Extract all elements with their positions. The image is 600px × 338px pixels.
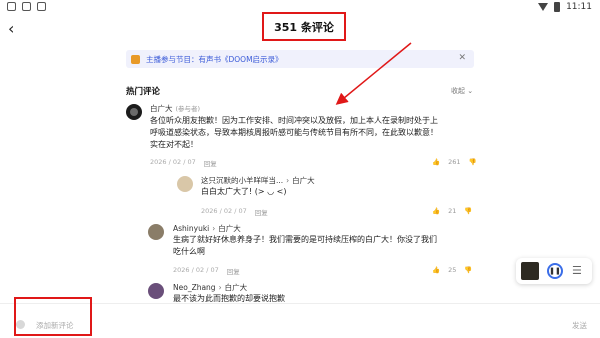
avatar[interactable] (177, 176, 193, 192)
comment-line: 各位听众朋友抱歉！因为工作安排、时间冲突以及放假，加上本人在录制时处于上 (150, 116, 438, 125)
notification-icon (22, 2, 31, 11)
comment-line: 生病了就好好休息养身子！我们需要的是可持续压榨的白广大！你没了我们 (173, 235, 437, 244)
reply-arrow-icon: › (218, 283, 222, 292)
author-name[interactable]: 白广大 (150, 104, 173, 113)
reply-arrow-icon: › (212, 224, 216, 233)
book-icon (131, 54, 140, 64)
reply-arrow-icon: › (286, 176, 290, 185)
reply-button[interactable]: 回复 (227, 266, 240, 276)
avatar[interactable] (126, 104, 142, 120)
banner-text[interactable]: 主播参与节目：有声书《DOOM启示录》 (146, 54, 283, 65)
like-count: 21 (448, 207, 457, 215)
reply-button[interactable]: 回复 (255, 207, 268, 217)
like-icon[interactable]: 👍 (432, 266, 440, 274)
reply-to[interactable]: 白广大 (218, 224, 241, 233)
comment-meta: 2026 / 02 / 07 回复 (150, 158, 217, 168)
author-name[interactable]: Ashinyuki (173, 224, 209, 233)
pause-icon[interactable]: ❚❚ (547, 263, 563, 279)
like-count: 261 (448, 158, 461, 166)
comment-line: 吃什么啊 (173, 247, 205, 256)
mini-player[interactable]: ❚❚ ☰ (516, 258, 592, 284)
dislike-icon[interactable]: 👎 (464, 207, 472, 215)
like-count: 25 (448, 266, 457, 274)
author-tag: (参与者) (175, 105, 201, 113)
comment-author[interactable]: 白广大 (参与者) (150, 103, 200, 114)
like-icon[interactable]: 👍 (432, 158, 440, 166)
notification-icon (37, 2, 46, 11)
reply-author[interactable]: 这只沉默的小羊咩咩当... › 白广大 (201, 175, 315, 186)
reply-meta: 2026 / 02 / 07 回复 (173, 266, 240, 276)
close-icon[interactable]: ✕ (458, 53, 466, 63)
page-title: 351 条评论 (262, 12, 346, 41)
battery-icon (554, 2, 561, 12)
reply-text: 白白太广大了! (> ◡ <) (201, 187, 287, 196)
reply-to[interactable]: 白广大 (292, 176, 315, 185)
comment-actions: 👍 261 👎 (432, 158, 477, 166)
avatar[interactable] (148, 224, 164, 240)
reply-actions: 👍 21 👎 (432, 207, 472, 215)
reply-meta: 2026 / 02 / 07 回复 (201, 207, 268, 217)
playlist-icon[interactable]: ☰ (572, 264, 582, 277)
back-button[interactable]: ‹ (8, 19, 14, 38)
album-cover[interactable] (521, 262, 539, 280)
avatar[interactable] (148, 283, 164, 299)
reply-author[interactable]: Neo_Zhang › 白广大 (173, 282, 247, 293)
reply-button[interactable]: 回复 (204, 158, 217, 168)
author-name[interactable]: 这只沉默的小羊咩咩当... (201, 176, 283, 185)
dislike-icon[interactable]: 👎 (464, 266, 472, 274)
author-name[interactable]: Neo_Zhang (173, 283, 216, 292)
comment-date: 2026 / 02 / 07 (173, 266, 219, 274)
section-title: 热门评论 (126, 87, 161, 97)
reply-to[interactable]: 白广大 (225, 283, 248, 292)
program-banner[interactable]: 主播参与节目：有声书《DOOM启示录》 ✕ (126, 50, 474, 68)
comment-date: 2026 / 02 / 07 (201, 207, 247, 215)
reply-text: 生病了就好好休息养身子！我们需要的是可持续压榨的白广大！你没了我们 吃什么啊 (173, 234, 483, 258)
like-icon[interactable]: 👍 (432, 207, 440, 215)
highlight-box (14, 297, 92, 336)
reply-actions: 👍 25 👎 (432, 266, 472, 274)
clock: 11:11 (566, 2, 592, 12)
comment-date: 2026 / 02 / 07 (150, 158, 196, 166)
collapse-button[interactable]: 收起 ⌄ (451, 86, 473, 96)
reply-author[interactable]: Ashinyuki › 白广大 (173, 223, 241, 234)
notification-icon (7, 2, 16, 11)
comment-text: 各位听众朋友抱歉！因为工作安排、时间冲突以及放假，加上本人在录制时处于上 呼吸道… (150, 115, 480, 151)
comment-line: 实在对不起！ (150, 140, 198, 149)
dislike-icon[interactable]: 👎 (469, 158, 477, 166)
wifi-icon (538, 3, 549, 11)
comment-line: 呼吸道感染状态，导致本期核周报听感可能与传统节目有所不同，在此致以歉意！ (150, 128, 438, 137)
send-button[interactable]: 发送 (572, 320, 587, 331)
